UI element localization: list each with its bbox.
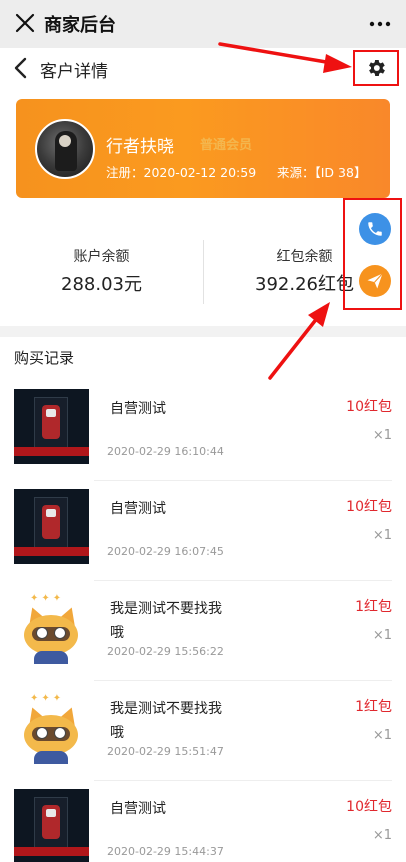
list-item[interactable]: 自营测试 2020-02-29 16:10:44 10红包 ×1 — [0, 381, 406, 481]
account-balance-label: 账户余额 — [73, 249, 130, 265]
product-name: 自营测试 — [110, 501, 166, 517]
customer-hero: 行者扶晓 普通会员 注册：2020-02-12 20:59 来源：【ID 38】 — [0, 88, 406, 210]
app-top-bar: 商家后台 — [0, 0, 406, 48]
quantity: ×1 — [372, 728, 392, 743]
more-icon[interactable] — [368, 18, 392, 30]
quantity: ×1 — [372, 828, 392, 843]
call-button[interactable] — [359, 213, 391, 245]
source-id: 来源：【ID 38】 — [277, 165, 367, 180]
list-item[interactable]: ✦✦✦ 我是测试不要找我哦 2020-02-29 15:51:47 1红包 ×1 — [0, 681, 406, 781]
purchase-time: 2020-02-29 15:44:37 — [107, 845, 224, 858]
list-item[interactable]: 自营测试 2020-02-29 15:44:37 10红包 ×1 — [0, 781, 406, 862]
quantity: ×1 — [372, 428, 392, 443]
avatar — [35, 119, 95, 179]
send-icon — [367, 273, 383, 289]
product-thumbnail — [14, 389, 89, 464]
quantity: ×1 — [372, 628, 392, 643]
purchase-time: 2020-02-29 16:07:45 — [107, 545, 224, 558]
price: 1红包 — [355, 599, 392, 615]
quantity: ×1 — [372, 528, 392, 543]
account-balance: 账户余额 288.03元 — [0, 210, 203, 326]
settings-highlight-box — [353, 50, 399, 86]
list-item[interactable]: 自营测试 2020-02-29 16:07:45 10红包 ×1 — [0, 481, 406, 581]
product-name: 我是测试不要找我哦 — [110, 601, 222, 641]
close-icon[interactable] — [12, 10, 38, 36]
product-thumbnail — [14, 489, 89, 564]
page-title: 客户详情 — [40, 62, 108, 82]
product-name: 自营测试 — [110, 801, 166, 817]
back-icon[interactable] — [10, 56, 32, 80]
price: 10红包 — [346, 399, 392, 415]
member-watermark: 普通会员 — [200, 138, 253, 153]
send-message-button[interactable] — [359, 265, 391, 297]
phone-icon — [368, 222, 382, 236]
app-title: 商家后台 — [44, 15, 116, 36]
customer-card: 行者扶晓 普通会员 注册：2020-02-12 20:59 来源：【ID 38】 — [16, 99, 390, 198]
list-item[interactable]: ✦✦✦ 我是测试不要找我哦 2020-02-29 15:56:22 1红包 ×1 — [0, 581, 406, 681]
purchase-time: 2020-02-29 16:10:44 — [107, 445, 224, 458]
records-title: 购买记录 — [14, 349, 75, 367]
gear-icon[interactable] — [365, 57, 387, 79]
purchase-time: 2020-02-29 15:51:47 — [107, 745, 224, 758]
price: 1红包 — [355, 699, 392, 715]
purchase-records: 购买记录 自营测试 2020-02-29 16:10:44 10红包 ×1 自营测试 20… — [0, 337, 406, 862]
floating-actions-highlight-box — [343, 198, 402, 310]
product-thumbnail — [14, 789, 89, 862]
account-balance-value: 288.03元 — [61, 274, 142, 295]
customer-name: 行者扶晓 — [106, 137, 174, 157]
product-name: 自营测试 — [110, 401, 166, 417]
price: 10红包 — [346, 499, 392, 515]
register-date: 注册：2020-02-12 20:59 — [106, 165, 257, 180]
product-thumbnail: ✦✦✦ — [14, 589, 89, 664]
page-nav-bar: 客户详情 — [0, 48, 406, 88]
product-name: 我是测试不要找我哦 — [110, 701, 222, 741]
price: 10红包 — [346, 799, 392, 815]
purchase-time: 2020-02-29 15:56:22 — [107, 645, 224, 658]
product-thumbnail: ✦✦✦ — [14, 689, 89, 764]
